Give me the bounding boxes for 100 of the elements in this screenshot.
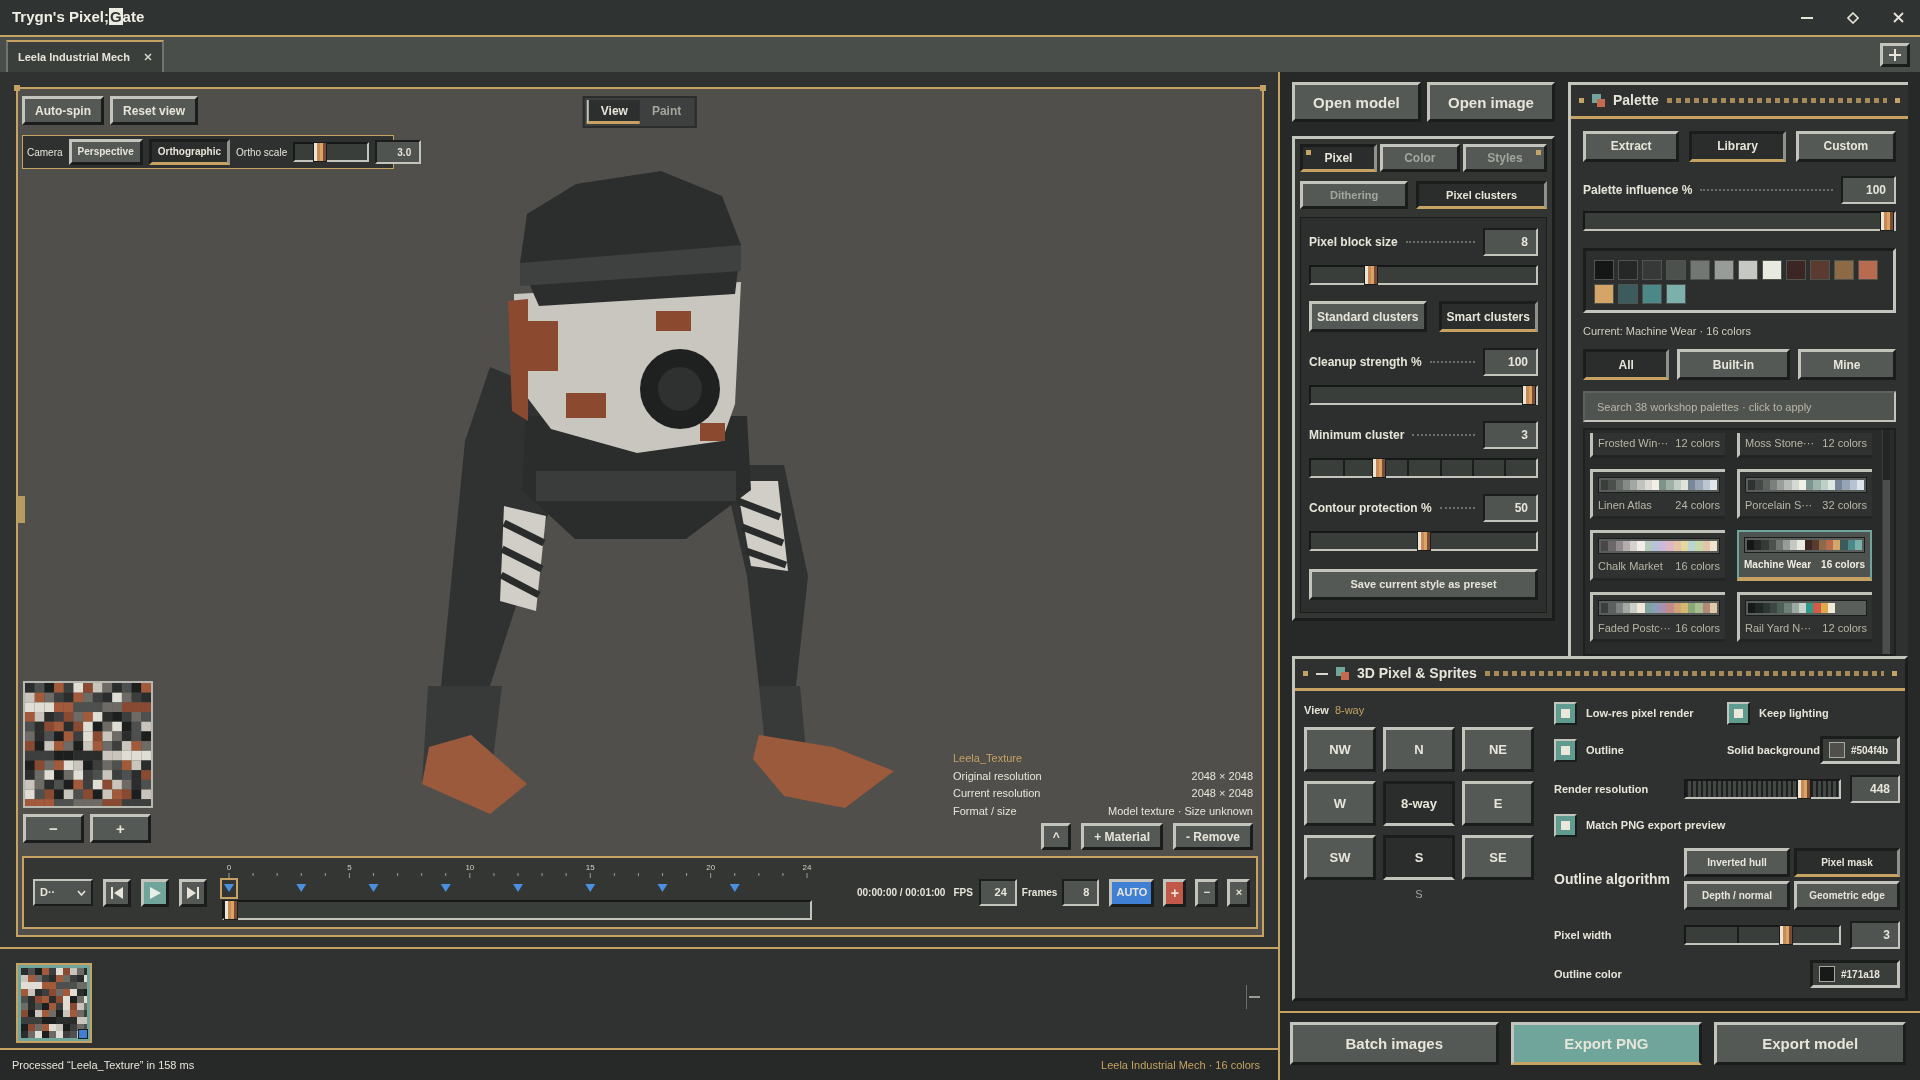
filter-tab[interactable]: All bbox=[1583, 349, 1670, 380]
minimize-icon[interactable] bbox=[1801, 16, 1813, 19]
keyframe-marker-icon[interactable] bbox=[729, 883, 740, 892]
fps-field[interactable]: 24 bbox=[978, 879, 1017, 906]
number-field[interactable]: 8 bbox=[1483, 228, 1538, 256]
number-field[interactable]: 3.0 bbox=[375, 140, 422, 164]
slider-track[interactable] bbox=[1684, 925, 1841, 945]
direction-button[interactable]: NE bbox=[1462, 726, 1534, 772]
keyframe-marker-icon[interactable] bbox=[657, 883, 668, 892]
color-swatch-icon[interactable] bbox=[1810, 259, 1830, 280]
document-tab[interactable]: Leela Industrial Mech bbox=[6, 40, 164, 72]
direction-button[interactable]: 8-way bbox=[1383, 780, 1455, 826]
option-button[interactable]: Smart clusters bbox=[1438, 301, 1538, 332]
frames-field[interactable]: 8 bbox=[1062, 879, 1100, 906]
checkbox[interactable] bbox=[1554, 702, 1577, 725]
close-icon[interactable] bbox=[1893, 12, 1904, 23]
slider-thumb[interactable] bbox=[1797, 779, 1812, 799]
open-image-button[interactable]: Open image bbox=[1426, 82, 1555, 122]
option-button[interactable]: Depth / normal bbox=[1684, 881, 1790, 910]
reset-view-button[interactable]: Reset view bbox=[110, 96, 199, 125]
checkbox[interactable] bbox=[1554, 814, 1577, 837]
color-swatch-icon[interactable] bbox=[1786, 259, 1806, 280]
minus-icon[interactable] bbox=[1316, 672, 1328, 675]
zoom-out-button[interactable]: − bbox=[23, 814, 84, 843]
palette-tab[interactable]: Custom bbox=[1795, 130, 1896, 162]
color-field[interactable]: #171a18 bbox=[1810, 960, 1900, 988]
search-field[interactable]: Search 38 workshop palettes · click to apply bbox=[1583, 391, 1896, 422]
color-swatch-icon[interactable] bbox=[1618, 283, 1638, 304]
slider-thumb[interactable] bbox=[1880, 210, 1894, 231]
close-icon[interactable] bbox=[143, 53, 152, 61]
slider-track[interactable] bbox=[1309, 458, 1538, 478]
option-button[interactable]: Geometric edge bbox=[1794, 881, 1900, 910]
next-button[interactable] bbox=[179, 878, 207, 907]
auto-spin-button[interactable]: Auto-spin bbox=[22, 96, 104, 125]
open-model-button[interactable]: Open model bbox=[1292, 82, 1421, 122]
add-material-button[interactable]: + Material bbox=[1081, 823, 1163, 850]
scrollbar-thumb[interactable] bbox=[1883, 480, 1890, 654]
batch-images-button[interactable]: Batch images bbox=[1290, 1022, 1499, 1065]
slider-thumb[interactable] bbox=[1779, 925, 1794, 945]
checkbox[interactable] bbox=[1727, 702, 1750, 725]
zoom-in-button[interactable]: + bbox=[90, 814, 151, 843]
slider-thumb[interactable] bbox=[224, 899, 238, 920]
mode-tab[interactable]: View bbox=[586, 100, 640, 124]
thumbnail[interactable] bbox=[18, 965, 90, 1041]
direction-button[interactable]: SE bbox=[1462, 834, 1534, 880]
number-field[interactable]: 3 bbox=[1850, 921, 1900, 949]
close-button[interactable]: × bbox=[1227, 878, 1251, 907]
checkbox[interactable] bbox=[1554, 738, 1577, 762]
number-field[interactable]: 100 bbox=[1483, 348, 1538, 376]
new-tab-button[interactable] bbox=[1880, 43, 1910, 67]
color-swatch-icon[interactable] bbox=[1738, 259, 1758, 280]
slider-track[interactable] bbox=[222, 899, 812, 920]
projection-button[interactable]: Perspective bbox=[68, 139, 143, 165]
keyframe-marker-icon[interactable] bbox=[220, 877, 238, 899]
color-swatch-icon[interactable] bbox=[1594, 283, 1614, 304]
keyframe-marker-icon[interactable] bbox=[368, 883, 379, 892]
direction-button[interactable]: W bbox=[1304, 780, 1376, 826]
palette-tab[interactable]: Extract bbox=[1583, 130, 1680, 162]
settings-tab[interactable]: Pixel bbox=[1300, 144, 1377, 172]
viewport-canvas[interactable] bbox=[16, 87, 1264, 937]
color-swatch-icon[interactable] bbox=[1858, 259, 1878, 280]
color-swatch-icon[interactable] bbox=[1594, 259, 1614, 280]
palette-card[interactable]: Chalk Market 16 colors bbox=[1590, 530, 1725, 581]
slider-track[interactable] bbox=[1684, 779, 1841, 799]
keyframe-marker-icon[interactable] bbox=[440, 883, 451, 892]
keyframe-marker-icon[interactable] bbox=[513, 883, 523, 892]
number-field[interactable]: 3 bbox=[1483, 421, 1538, 449]
grip-icon[interactable] bbox=[1246, 985, 1260, 1009]
export-model-button[interactable]: Export model bbox=[1714, 1022, 1906, 1065]
mode-dropdown[interactable]: D·· bbox=[33, 879, 93, 906]
palette-card[interactable]: Frosted Win··· 12 colors bbox=[1590, 433, 1725, 458]
filter-tab[interactable]: Built-in bbox=[1677, 349, 1790, 380]
slider-thumb[interactable] bbox=[1416, 531, 1431, 551]
option-button[interactable]: Standard clusters bbox=[1309, 301, 1427, 332]
direction-button[interactable]: SW bbox=[1304, 834, 1376, 880]
diamond-icon[interactable] bbox=[1847, 11, 1859, 24]
palette-card[interactable]: Machine Wear 16 colors bbox=[1737, 530, 1872, 581]
color-swatch-icon[interactable] bbox=[1666, 283, 1686, 304]
expand-button[interactable]: ^ bbox=[1041, 823, 1072, 850]
auto-key-button[interactable]: AUTO bbox=[1109, 878, 1155, 907]
slider-thumb[interactable] bbox=[1372, 458, 1387, 478]
play-button[interactable] bbox=[141, 878, 169, 907]
palette-card[interactable]: Rail Yard N··· 12 colors bbox=[1737, 591, 1872, 642]
palette-card[interactable]: Porcelain S··· 32 colors bbox=[1737, 468, 1872, 519]
filter-tab[interactable]: Mine bbox=[1797, 349, 1896, 380]
color-swatch-icon[interactable] bbox=[1642, 259, 1662, 280]
palette-card[interactable]: Linen Atlas 24 colors bbox=[1590, 468, 1725, 519]
number-field[interactable]: 100 bbox=[1841, 175, 1896, 204]
color-field[interactable]: #504f4b bbox=[1819, 736, 1900, 764]
slider-track[interactable] bbox=[293, 142, 370, 162]
color-swatch-icon[interactable] bbox=[1642, 283, 1662, 304]
option-button[interactable]: Pixel mask bbox=[1794, 848, 1900, 877]
direction-button[interactable]: N bbox=[1383, 726, 1455, 772]
color-swatch-icon[interactable] bbox=[1690, 259, 1710, 280]
palette-tab[interactable]: Library bbox=[1689, 130, 1786, 162]
palette-card[interactable]: Moss Stone··· 12 colors bbox=[1737, 433, 1872, 458]
slider-thumb[interactable] bbox=[1363, 265, 1378, 285]
direction-button[interactable]: S bbox=[1383, 834, 1455, 880]
resize-handle[interactable] bbox=[17, 496, 25, 523]
keyframe-marker-icon[interactable] bbox=[296, 883, 307, 892]
